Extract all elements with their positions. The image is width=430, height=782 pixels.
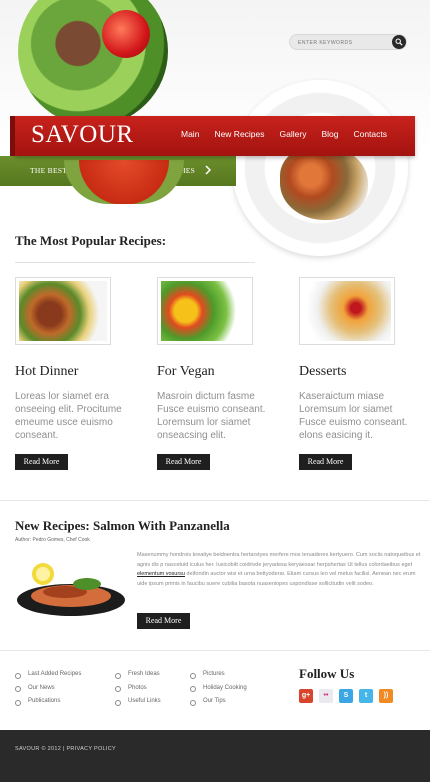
footer-link[interactable]: Our Tips (190, 695, 247, 709)
salmon-dish-image (15, 552, 127, 624)
footer-link[interactable]: Pictures (190, 668, 247, 682)
footer-bar: SAVOUR © 2012 | PRIVACY POLICY (0, 730, 430, 782)
footer-links-col-3: Pictures Holiday Cooking Our Tips (190, 668, 247, 709)
dessert-image (303, 281, 391, 341)
flickr-icon[interactable]: •• (319, 689, 333, 703)
footer-links-col-2: Fresh Ideas Photos Useful Links (115, 668, 161, 709)
salad-image (18, 0, 168, 126)
recipe-author: Author: Pedro Gomes, Chef Cook (15, 537, 90, 543)
footer-link[interactable]: Our News (15, 682, 81, 696)
read-more-button[interactable]: Read More (15, 454, 68, 470)
recipe-card-desserts: Desserts Kaseraictum miase Loremsum lor … (299, 277, 419, 470)
recipe-card-text: Masroin dictum fasme Fusce euismo consea… (157, 391, 266, 441)
salad-plate-bottom (64, 160, 184, 204)
page: THE BEST RECIPES FOR YOUR BEST DISHES SA… (0, 0, 430, 782)
new-recipe-title: New Recipes: Salmon With Panzanella (15, 518, 230, 533)
nav-item-new-recipes[interactable]: New Recipes (214, 129, 264, 139)
nav-item-gallery[interactable]: Gallery (280, 129, 307, 139)
footer-link[interactable]: Holiday Cooking (190, 682, 247, 696)
footer-link[interactable]: Photos (115, 682, 161, 696)
divider (0, 650, 430, 651)
hot-dinner-image (19, 281, 107, 341)
recipe-card-title: Desserts (299, 364, 347, 379)
footer-link[interactable]: Fresh Ideas (115, 668, 161, 682)
tomato-image (102, 10, 150, 58)
footer-links-col-1: Last Added Recipes Our News Publications (15, 668, 81, 709)
recipe-card-text: Loreas lor siamet era onseeing elit. Pro… (15, 391, 122, 441)
nav-bar: SAVOUR Main New Recipes Gallery Blog Con… (10, 116, 415, 156)
google-plus-icon[interactable]: g+ (299, 689, 313, 703)
main-nav: Main New Recipes Gallery Blog Contacts (181, 129, 387, 139)
search-input[interactable] (298, 37, 388, 48)
new-recipe-text: Masenummy hondrois kreaitye beidoentra h… (137, 551, 422, 589)
divider (0, 500, 430, 501)
skype-icon[interactable]: S (339, 689, 353, 703)
twitter-icon[interactable]: t (359, 689, 373, 703)
recipe-card-text: Kaseraictum miase Loremsum lor siamet Fu… (299, 391, 408, 441)
recipe-thumbnail[interactable] (15, 277, 111, 345)
recipe-thumbnail[interactable] (299, 277, 395, 345)
divider (15, 262, 255, 263)
footer-link[interactable]: Publications (15, 695, 81, 709)
follow-us-title: Follow Us (299, 666, 355, 681)
recipe-card-hot-dinner: Hot Dinner Loreas lor siamet era onseein… (15, 277, 135, 470)
nav-item-main[interactable]: Main (181, 129, 199, 139)
search-box (289, 34, 407, 50)
social-icons: g+ •• S t )) (299, 689, 393, 703)
vegan-image (161, 281, 249, 341)
footer-link[interactable]: Last Added Recipes (15, 668, 81, 682)
inline-link[interactable]: elementum vosursu (137, 571, 185, 577)
new-recipe-text-part: Masenummy hondrois kreaitye beidoentra h… (137, 552, 421, 568)
read-more-button[interactable]: Read More (299, 454, 352, 470)
search-button[interactable] (392, 35, 406, 49)
recipe-card-title: For Vegan (157, 364, 215, 379)
footer-link[interactable]: Useful Links (115, 695, 161, 709)
rss-icon[interactable]: )) (379, 689, 393, 703)
recipe-card-for-vegan: For Vegan Masroin dictum fasme Fusce eui… (157, 277, 277, 470)
read-more-button[interactable]: Read More (137, 613, 190, 629)
recipe-thumbnail[interactable] (157, 277, 253, 345)
read-more-button[interactable]: Read More (157, 454, 210, 470)
header: THE BEST RECIPES FOR YOUR BEST DISHES SA… (0, 0, 430, 256)
popular-recipes-title: The Most Popular Recipes: (15, 233, 167, 248)
nav-item-contacts[interactable]: Contacts (353, 129, 387, 139)
nav-item-blog[interactable]: Blog (321, 129, 338, 139)
dish-food-image (280, 146, 368, 220)
chevron-right-icon (205, 165, 212, 175)
copyright-text[interactable]: SAVOUR © 2012 | PRIVACY POLICY (15, 746, 116, 752)
recipe-card-title: Hot Dinner (15, 364, 79, 379)
site-logo[interactable]: SAVOUR (31, 121, 134, 149)
search-icon (395, 38, 403, 46)
